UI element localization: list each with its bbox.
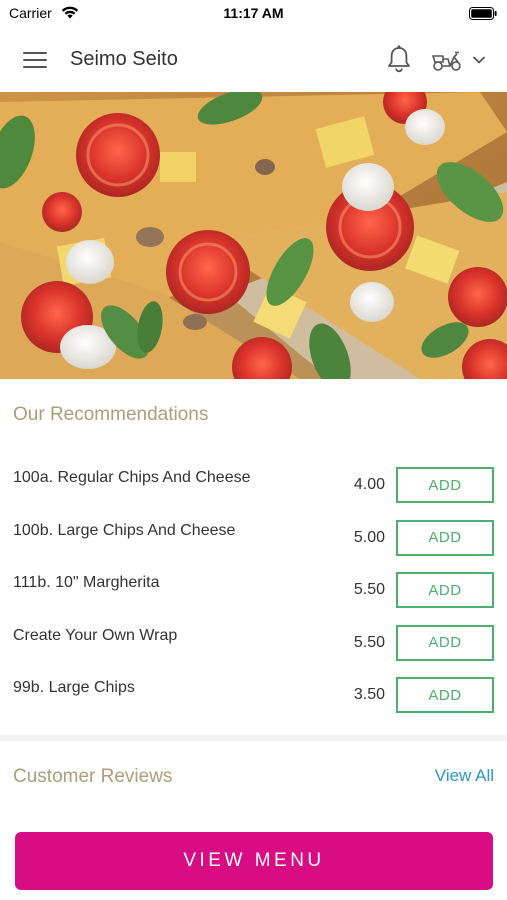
item-price: 5.50	[353, 633, 385, 651]
add-button[interactable]: ADD	[396, 467, 494, 503]
list-item: Create Your Own Wrap 5.50 ADD	[0, 618, 507, 671]
item-name: 100a. Regular Chips And Cheese	[13, 469, 251, 486]
item-price: 3.50	[353, 686, 385, 703]
add-button[interactable]: ADD	[396, 677, 494, 713]
hero-pizza-image	[0, 92, 507, 379]
section-divider	[0, 735, 507, 741]
status-bar: Carrier 11:17 AM	[0, 0, 507, 28]
chevron-down-icon[interactable]	[470, 52, 488, 68]
recommendations-list: 100a. Regular Chips And Cheese 4.00 ADD …	[0, 460, 507, 723]
bell-icon[interactable]	[384, 43, 414, 75]
list-item: 100b. Large Chips And Cheese 5.00 ADD	[0, 513, 507, 566]
item-price: 5.50	[353, 581, 385, 598]
list-item: 99b. Large Chips 3.50 ADD	[0, 670, 507, 723]
item-price: 4.00	[353, 476, 385, 493]
menu-icon-line	[23, 66, 47, 68]
add-button[interactable]: ADD	[396, 624, 494, 661]
delivery-scooter-icon[interactable]	[430, 46, 466, 74]
app-header: Seimo Seito	[0, 28, 507, 92]
reviews-title: Customer Reviews	[13, 766, 173, 787]
recommendations-title: Our Recommendations	[13, 404, 209, 425]
battery-icon	[469, 7, 497, 20]
add-button[interactable]: ADD	[396, 572, 494, 608]
status-time: 11:17 AM	[223, 5, 284, 21]
list-item: 100a. Regular Chips And Cheese 4.00 ADD	[0, 460, 507, 513]
add-button[interactable]: ADD	[396, 519, 494, 556]
item-name: Create Your Own Wrap	[13, 626, 178, 644]
item-name: 100b. Large Chips And Cheese	[13, 521, 236, 539]
view-menu-button[interactable]: VIEW MENU	[15, 832, 493, 890]
item-name: 111b. 10" Margherita	[13, 574, 160, 591]
menu-icon-line	[23, 59, 47, 61]
restaurant-title: Seimo Seito	[70, 48, 178, 70]
menu-button[interactable]	[20, 46, 50, 74]
list-item: 111b. 10" Margherita 5.50 ADD	[0, 565, 507, 618]
item-name: 99b. Large Chips	[13, 679, 135, 696]
pizza-photo	[0, 92, 507, 379]
view-all-link[interactable]: View All	[435, 766, 494, 786]
item-price: 5.00	[353, 528, 385, 546]
menu-icon-line	[23, 52, 47, 54]
